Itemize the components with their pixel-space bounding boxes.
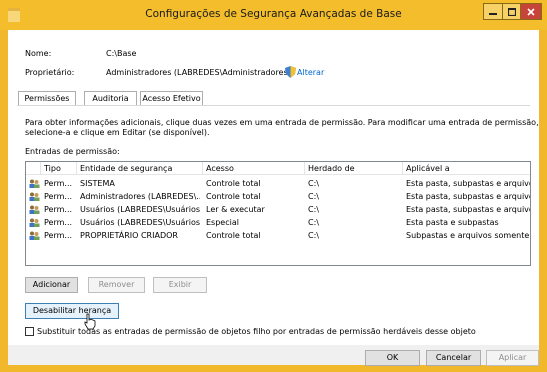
instructions-line-1: Para obter informações adicionais, cliqu… <box>25 118 539 127</box>
minimize-icon <box>489 12 497 15</box>
ok-button[interactable]: OK <box>365 350 420 366</box>
row-access: Ler & executar <box>206 205 265 214</box>
minimize-button[interactable] <box>483 3 503 20</box>
tab-divider <box>17 105 530 106</box>
table-row[interactable]: Perm... Usuários (LABREDES\Usuários) Esp… <box>26 216 530 229</box>
row-applies-to: Esta pasta e subpastas <box>406 218 499 227</box>
column-header-applies-to[interactable]: Aplicável a <box>402 162 530 175</box>
view-button[interactable]: Exibir <box>153 277 207 293</box>
tab-permissions[interactable]: Permissões <box>18 91 76 106</box>
maximize-button[interactable] <box>503 3 521 20</box>
replace-child-permissions-label[interactable]: Substituir todas as entradas de permissã… <box>37 327 476 336</box>
users-icon <box>29 231 40 240</box>
users-icon <box>29 218 40 227</box>
permission-entries-list[interactable]: Tipo Entidade de segurança Acesso Herdad… <box>25 161 531 266</box>
column-header-principal[interactable]: Entidade de segurança <box>76 162 202 175</box>
remove-button[interactable]: Remover <box>88 277 145 293</box>
instructions-line-2: selecione-a e clique em Editar (se dispo… <box>25 128 210 137</box>
tab-auditing[interactable]: Auditoria <box>84 91 137 106</box>
column-header-type[interactable]: Tipo <box>40 162 76 175</box>
permission-entries-label: Entradas de permissão: <box>25 147 120 156</box>
owner-value: Administradores (LABREDES\Administradore… <box>106 68 291 77</box>
replace-child-permissions-checkbox[interactable] <box>25 327 34 336</box>
row-applies-to: Esta pasta, subpastas e arquivos <box>406 205 530 214</box>
close-button[interactable] <box>521 3 542 20</box>
row-type: Perm... <box>44 179 73 188</box>
row-access: Especial <box>206 218 239 227</box>
users-icon <box>29 179 40 188</box>
row-principal: Usuários (LABREDES\Usuários) <box>80 205 200 214</box>
hand-cursor-icon <box>84 313 96 330</box>
name-label: Nome: <box>25 49 52 58</box>
close-icon <box>527 7 535 16</box>
table-row[interactable]: Perm... SISTEMA Controle total C:\ Esta … <box>26 177 530 190</box>
owner-label: Proprietário: <box>25 68 75 77</box>
table-row[interactable]: Perm... Usuários (LABREDES\Usuários) Ler… <box>26 203 530 216</box>
row-applies-to: Subpastas e arquivos somente <box>406 231 530 240</box>
cancel-button[interactable]: Cancelar <box>426 350 481 366</box>
row-inherited-from: C:\ <box>308 192 319 201</box>
tab-effective-access[interactable]: Acesso Efetivo <box>140 91 203 106</box>
column-header-access[interactable]: Acesso <box>202 162 304 175</box>
row-applies-to: Esta pasta, subpastas e arquivos <box>406 179 530 188</box>
table-row[interactable]: Perm... PROPRIETÁRIO CRIADOR Controle to… <box>26 229 530 242</box>
row-principal: PROPRIETÁRIO CRIADOR <box>80 231 178 240</box>
maximize-icon <box>507 7 516 16</box>
row-type: Perm... <box>44 218 73 227</box>
row-type: Perm... <box>44 192 73 201</box>
users-icon <box>29 192 40 201</box>
table-row[interactable]: Perm... Administradores (LABREDES\... Co… <box>26 190 530 203</box>
column-header-inherited-from[interactable]: Herdado de <box>304 162 402 175</box>
row-type: Perm... <box>44 205 73 214</box>
security-settings-window: Configurações de Segurança Avançadas de … <box>0 0 547 372</box>
list-header: Tipo Entidade de segurança Acesso Herdad… <box>26 162 530 175</box>
row-principal: Administradores (LABREDES\... <box>80 192 200 201</box>
row-inherited-from: C:\ <box>308 218 319 227</box>
row-principal: SISTEMA <box>80 179 115 188</box>
row-access: Controle total <box>206 192 261 201</box>
row-type: Perm... <box>44 231 73 240</box>
users-icon <box>29 205 40 214</box>
row-inherited-from: C:\ <box>308 179 319 188</box>
window-title: Configurações de Segurança Avançadas de … <box>145 8 402 20</box>
title-bar[interactable]: Configurações de Segurança Avançadas de … <box>0 0 547 30</box>
row-inherited-from: C:\ <box>308 231 319 240</box>
change-owner-link[interactable]: Alterar <box>297 68 324 77</box>
row-access: Controle total <box>206 231 261 240</box>
disable-inheritance-button[interactable]: Desabilitar herança <box>25 303 119 319</box>
apply-button[interactable]: Aplicar <box>486 350 539 366</box>
row-inherited-from: C:\ <box>308 205 319 214</box>
row-access: Controle total <box>206 179 261 188</box>
uac-shield-icon <box>285 66 296 78</box>
row-principal: Usuários (LABREDES\Usuários) <box>80 218 200 227</box>
add-button[interactable]: Adicionar <box>25 277 78 293</box>
name-value: C:\Base <box>106 49 137 58</box>
row-applies-to: Esta pasta, subpastas e arquivos <box>406 192 530 201</box>
